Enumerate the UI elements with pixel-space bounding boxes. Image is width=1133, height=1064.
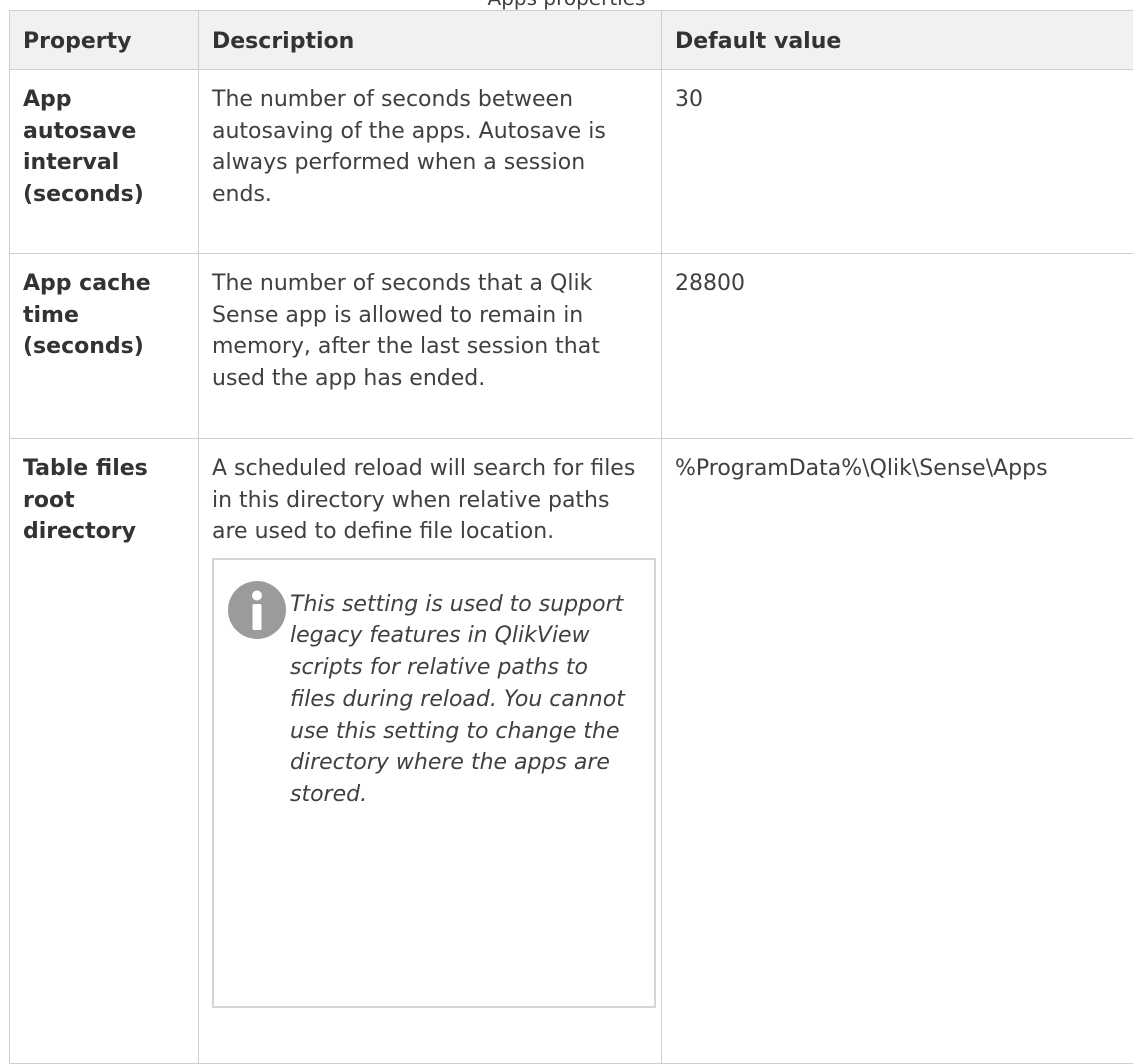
default-value-cell: %ProgramData%\Qlik\Sense\Apps bbox=[662, 439, 1133, 1064]
apps-properties-table: Property Description Default value App a… bbox=[9, 10, 1133, 1064]
default-value-cell: 30 bbox=[662, 70, 1133, 254]
property-cell: App autosave interval (seconds) bbox=[10, 70, 199, 254]
info-note-text: This setting is used to support legacy f… bbox=[290, 578, 640, 812]
header-property: Property bbox=[10, 11, 199, 70]
table-header-row: Property Description Default value bbox=[10, 11, 1133, 70]
table-caption: Apps properties bbox=[0, 0, 1133, 10]
table-row: App autosave interval (seconds) The numb… bbox=[10, 70, 1133, 254]
description-cell: The number of seconds that a Qlik Sense … bbox=[199, 254, 662, 439]
description-cell: The number of seconds between autosaving… bbox=[199, 70, 662, 254]
table-row: App cache time (seconds) The number of s… bbox=[10, 254, 1133, 439]
header-default-value: Default value bbox=[662, 11, 1133, 70]
property-cell: Table files root directory bbox=[10, 439, 199, 1064]
description-cell: A scheduled reload will search for files… bbox=[199, 439, 662, 1064]
info-icon bbox=[228, 578, 290, 649]
default-value-cell: 28800 bbox=[662, 254, 1133, 439]
property-cell: App cache time (seconds) bbox=[10, 254, 199, 439]
table-row: Table files root directory A scheduled r… bbox=[10, 439, 1133, 1064]
description-text: A scheduled reload will search for files… bbox=[212, 453, 649, 548]
info-note: This setting is used to support legacy f… bbox=[212, 558, 656, 1008]
header-description: Description bbox=[199, 11, 662, 70]
